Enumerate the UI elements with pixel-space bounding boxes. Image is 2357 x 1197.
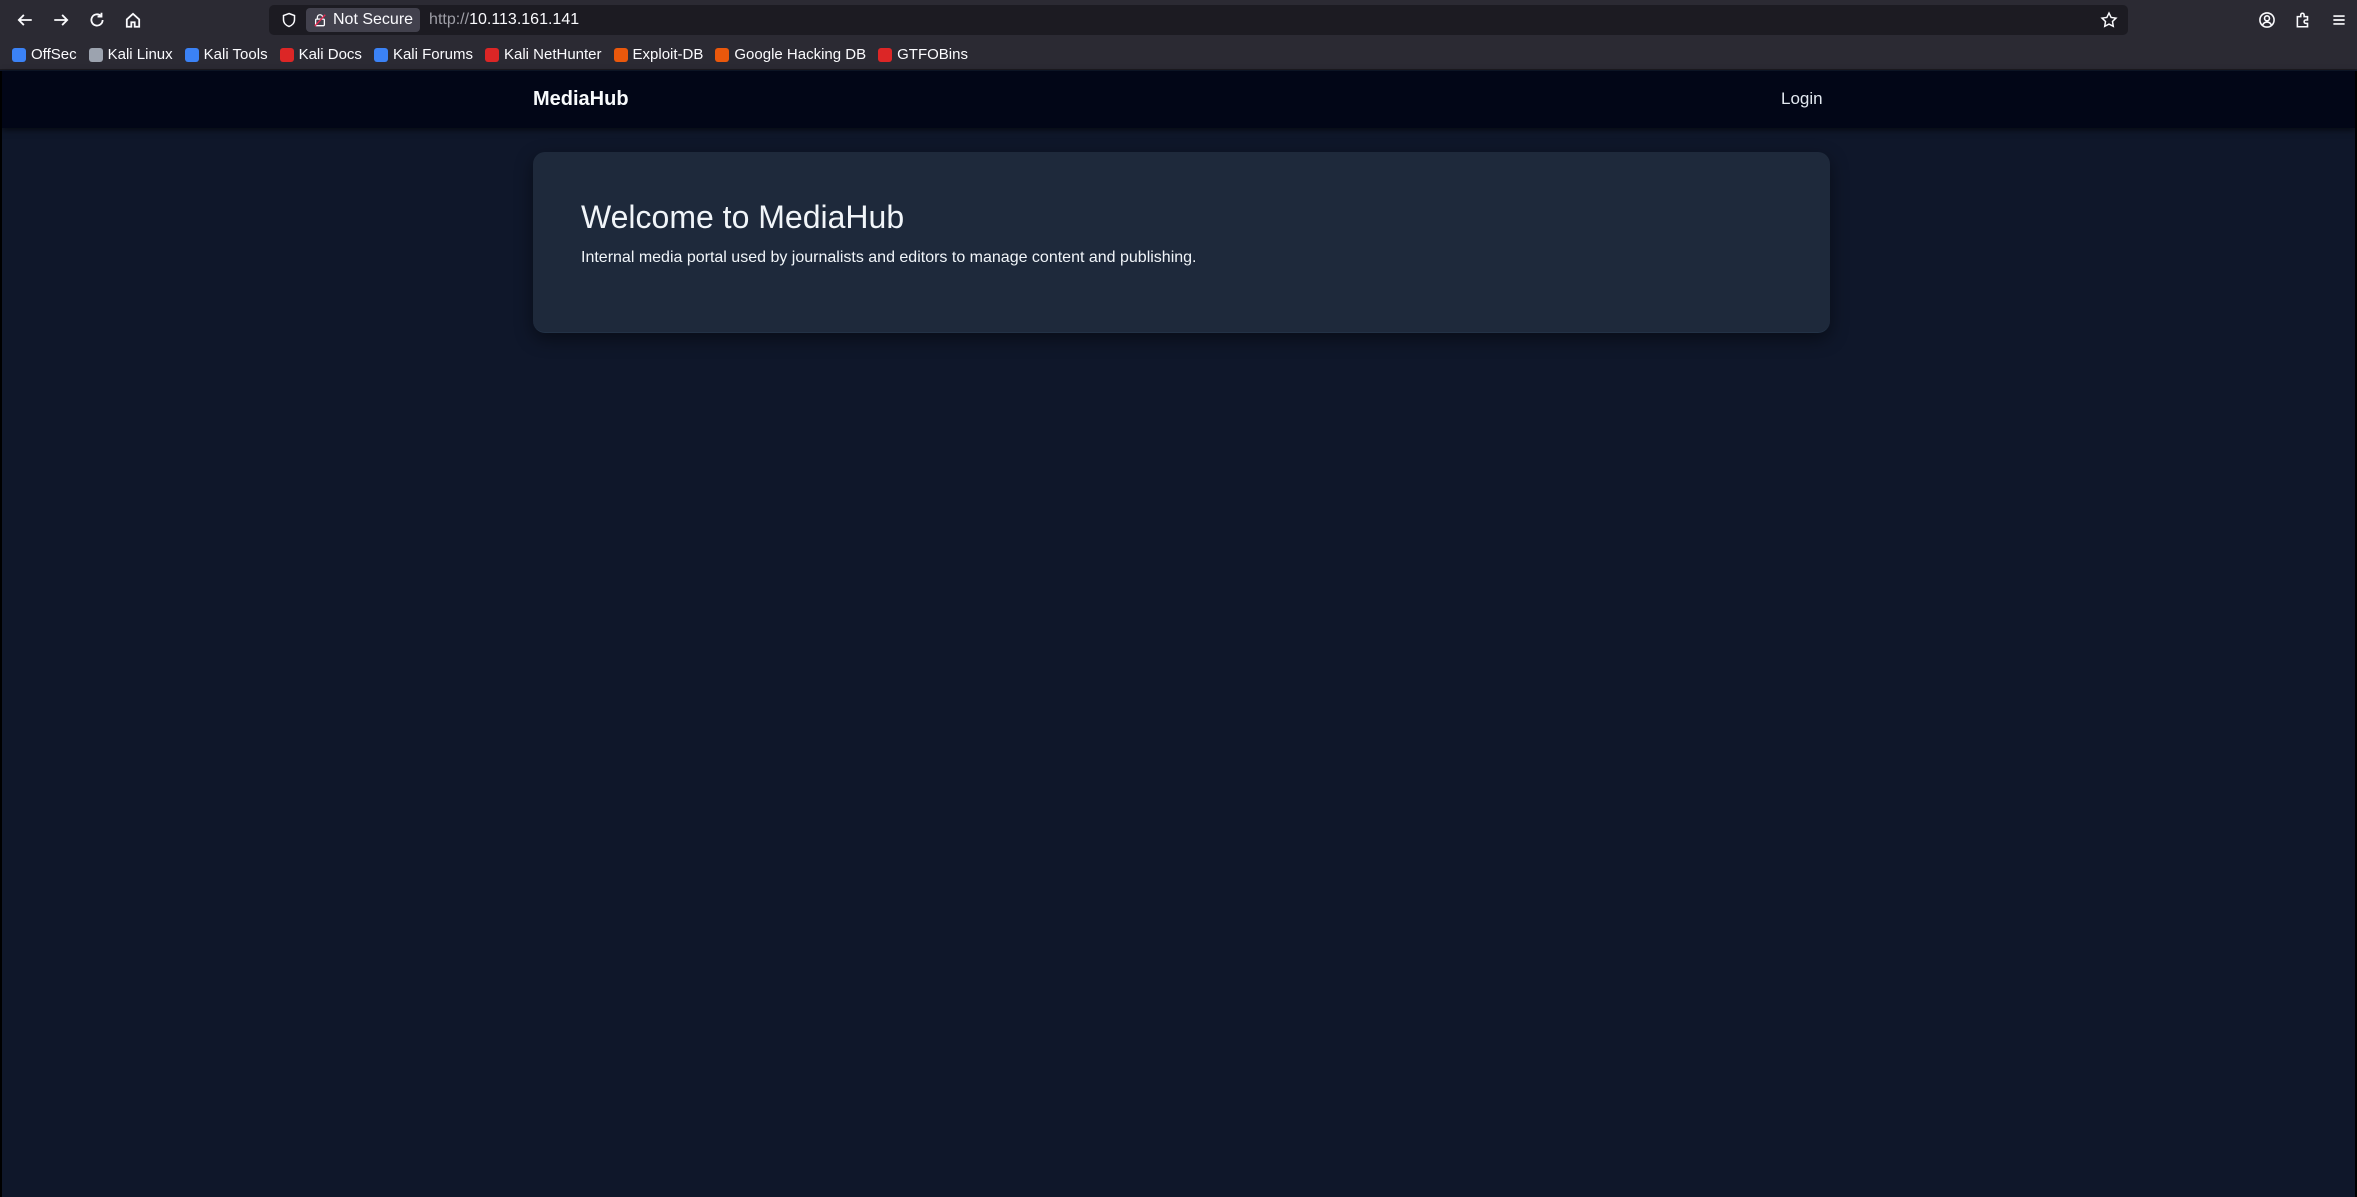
bookmark-kali-linux[interactable]: Kali Linux	[88, 46, 173, 63]
account-icon[interactable]	[2249, 2, 2285, 38]
browser-toolbar: Not Secure http://10.113.161.141	[0, 0, 2357, 40]
bookmark-label: Kali Tools	[203, 46, 268, 63]
bookmark-offsec[interactable]: OffSec	[12, 46, 77, 63]
bookmark-label: Kali Linux	[107, 46, 173, 63]
url-bar[interactable]: Not Secure http://10.113.161.141	[269, 5, 2128, 35]
menu-icon[interactable]	[2321, 2, 2357, 38]
bookmarks-toolbar: OffSec Kali Linux Kali Tools Kali Docs K…	[0, 40, 2357, 70]
home-icon[interactable]	[115, 2, 151, 38]
welcome-description: Internal media portal used by journalist…	[581, 249, 1197, 266]
bookmark-label: Kali Forums	[392, 46, 473, 63]
bookmark-exploit-db[interactable]: Exploit-DB	[613, 46, 704, 63]
kali-docs-favicon-icon	[279, 47, 294, 62]
reload-icon[interactable]	[79, 2, 115, 38]
site-brand[interactable]: MediaHub	[533, 88, 629, 111]
forward-arrow-icon[interactable]	[43, 2, 79, 38]
url-host: 10.113.161.141	[469, 11, 580, 28]
web-page: MediaHub Login Welcome to MediaHub Inter…	[0, 71, 2357, 1197]
login-link[interactable]: Login	[1781, 89, 1823, 109]
exploit-db-favicon-icon	[613, 47, 628, 62]
bookmark-kali-docs[interactable]: Kali Docs	[279, 46, 362, 63]
security-label: Not Secure	[333, 11, 414, 28]
extensions-icon[interactable]	[2285, 2, 2321, 38]
gtfobins-favicon-icon	[878, 47, 893, 62]
bookmark-label: Google Hacking DB	[734, 46, 867, 63]
offsec-favicon-icon	[12, 47, 26, 62]
bookmark-gtfobins[interactable]: GTFOBins	[878, 46, 968, 63]
back-arrow-icon[interactable]	[7, 2, 43, 38]
site-header: MediaHub Login	[2, 71, 2355, 128]
broken-lock-icon	[314, 14, 326, 27]
shield-icon[interactable]	[274, 5, 304, 35]
welcome-title: Welcome to MediaHub	[581, 199, 905, 235]
bookmark-label: Kali NetHunter	[503, 46, 602, 63]
bookmark-label: Kali Docs	[298, 46, 362, 63]
welcome-card: Welcome to MediaHub Internal media porta…	[533, 152, 1830, 333]
nethunter-favicon-icon	[484, 47, 499, 62]
bookmark-label: GTFOBins	[897, 46, 968, 63]
kali-forums-favicon-icon	[373, 47, 388, 62]
url-scheme: http://	[429, 11, 470, 28]
bookmark-kali-tools[interactable]: Kali Tools	[184, 46, 268, 63]
kali-tools-favicon-icon	[184, 47, 199, 62]
bookmark-label: Exploit-DB	[632, 46, 704, 63]
bookmark-kali-nethunter[interactable]: Kali NetHunter	[484, 46, 602, 63]
kali-dragon-icon	[88, 47, 103, 62]
bookmark-google-hacking-db[interactable]: Google Hacking DB	[715, 46, 866, 63]
ghdb-favicon-icon	[715, 47, 730, 62]
url-text[interactable]: http://10.113.161.141	[429, 11, 579, 29]
bookmark-kali-forums[interactable]: Kali Forums	[373, 46, 473, 63]
bookmark-star-icon[interactable]	[2098, 9, 2120, 31]
not-secure-badge[interactable]: Not Secure	[306, 8, 421, 32]
bookmark-label: OffSec	[31, 46, 77, 63]
